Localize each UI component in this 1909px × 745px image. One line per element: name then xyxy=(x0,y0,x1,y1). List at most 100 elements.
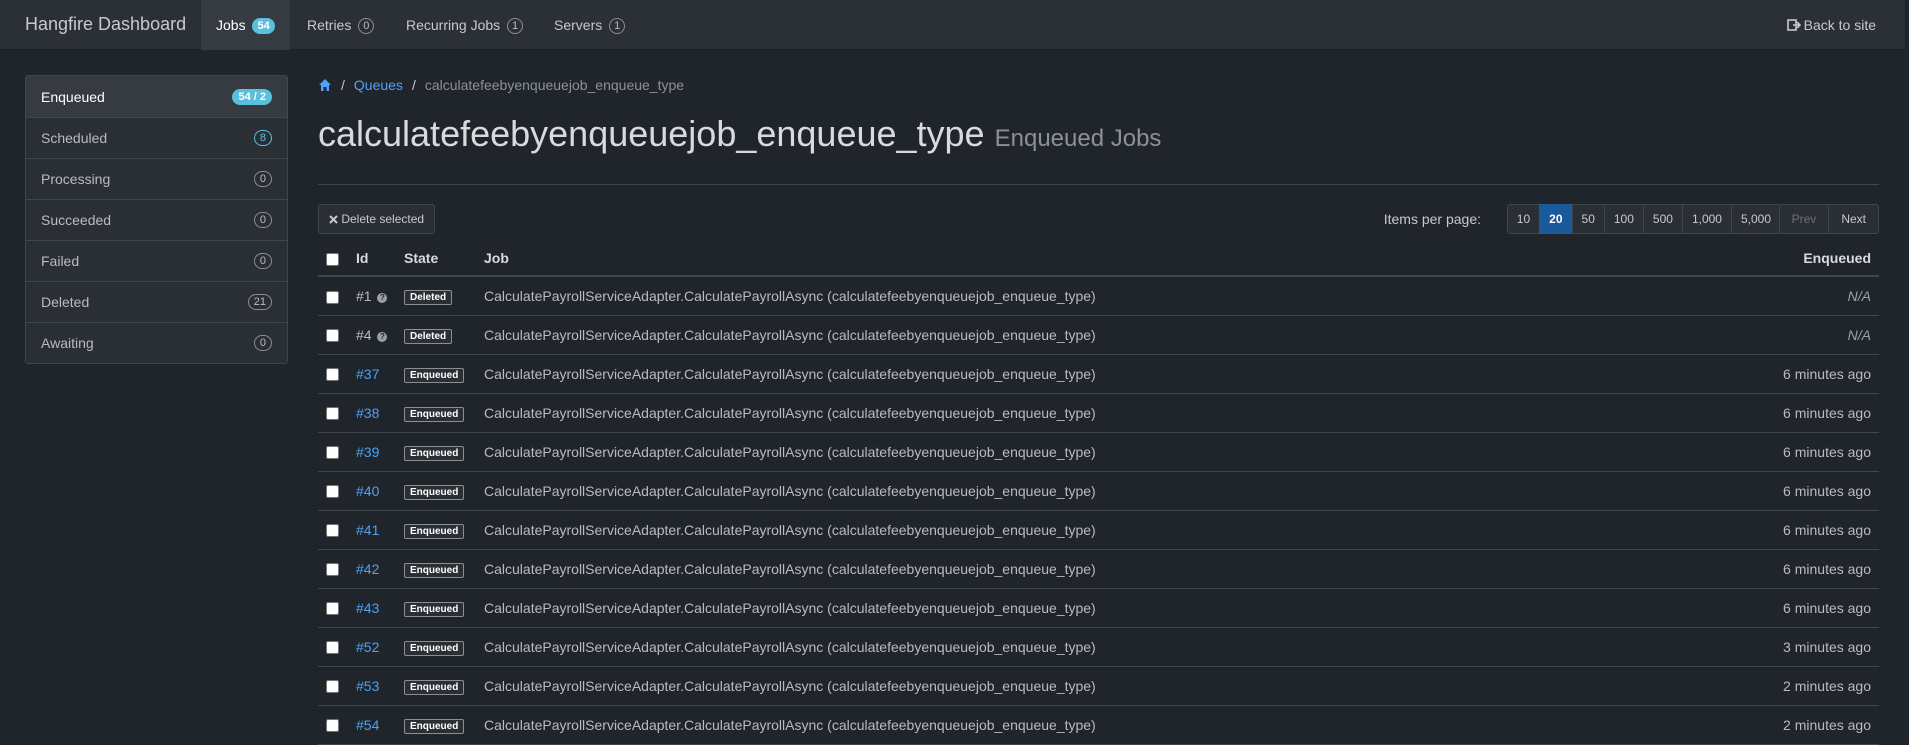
job-id[interactable]: #43 xyxy=(356,600,379,616)
question-circle-icon[interactable]: ? xyxy=(377,292,388,303)
job-id[interactable]: #53 xyxy=(356,678,379,694)
job-name-cell[interactable]: CalculatePayrollServiceAdapter.Calculate… xyxy=(476,588,1680,628)
row-checkbox[interactable] xyxy=(326,485,339,499)
job-name-cell[interactable]: CalculatePayrollServiceAdapter.Calculate… xyxy=(476,471,1680,511)
home-icon[interactable] xyxy=(318,78,332,92)
question-circle-icon[interactable]: ? xyxy=(377,331,388,342)
page-size-50[interactable]: 50 xyxy=(1571,204,1605,234)
prev-button[interactable]: Prev xyxy=(1778,204,1830,234)
page-size-20[interactable]: 20 xyxy=(1539,204,1573,234)
job-id: #1 xyxy=(356,287,372,304)
column-header-id[interactable]: Id xyxy=(348,241,396,277)
table-row: #40 Enqueued CalculatePayrollServiceAdapte… xyxy=(318,471,1879,511)
items-per-page-label: Items per page: xyxy=(1383,211,1481,227)
row-select-cell xyxy=(318,393,348,433)
row-checkbox[interactable] xyxy=(326,446,339,460)
nav-servers-label: Servers xyxy=(554,17,603,33)
nav-retries[interactable]: Retries 0 xyxy=(292,0,389,50)
sidebar-item-processing[interactable]: Processing 0 xyxy=(26,158,287,199)
breadcrumb-queues-link[interactable]: Queues xyxy=(354,77,403,93)
row-checkbox[interactable] xyxy=(326,290,339,304)
breadcrumb-current: calculatefeebyenqueuejob_enqueue_type xyxy=(424,77,685,93)
job-id[interactable]: #41 xyxy=(356,522,379,538)
job-state-cell: Enqueued xyxy=(396,627,476,667)
job-name-cell[interactable]: CalculatePayrollServiceAdapter.Calculate… xyxy=(476,432,1680,472)
table-row: #38 Enqueued CalculatePayrollServiceAdapte… xyxy=(318,393,1879,433)
job-id[interactable]: #40 xyxy=(356,483,379,499)
job-name-cell[interactable]: CalculatePayrollServiceAdapter.Calculate… xyxy=(476,627,1680,667)
job-id[interactable]: #37 xyxy=(356,366,379,382)
state-badge: Deleted xyxy=(404,289,453,305)
job-enqueued-cell: 6 minutes ago xyxy=(1679,549,1879,589)
page-size-5000[interactable]: 5,000 xyxy=(1730,204,1781,234)
table-row: #37 Enqueued CalculatePayrollServiceAdapte… xyxy=(318,354,1879,394)
sidebar-item-label: Enqueued xyxy=(41,88,105,105)
nav-retries-badge: 0 xyxy=(358,18,375,34)
nav-servers[interactable]: Servers 1 xyxy=(539,0,640,50)
column-header-enqueued[interactable]: Enqueued xyxy=(1679,241,1879,277)
job-enqueued-cell: 6 minutes ago xyxy=(1679,471,1879,511)
job-id[interactable]: #52 xyxy=(356,639,379,655)
sidebar-item-awaiting[interactable]: Awaiting 0 xyxy=(26,322,287,363)
job-id[interactable]: #38 xyxy=(356,405,379,421)
row-checkbox[interactable] xyxy=(326,524,339,538)
row-checkbox[interactable] xyxy=(326,719,339,733)
breadcrumb: / Queues / calculatefeebyenqueuejob_enqu… xyxy=(318,70,1879,100)
column-header-job[interactable]: Job xyxy=(476,241,1680,277)
job-id-cell: #4 ? xyxy=(348,315,396,355)
job-state-cell: Enqueued xyxy=(396,432,476,472)
sidebar-item-count: 8 xyxy=(253,130,272,146)
table-row: #43 Enqueued CalculatePayrollServiceAdapte… xyxy=(318,588,1879,628)
job-state-cell: Enqueued xyxy=(396,705,476,745)
job-name-cell[interactable]: CalculatePayrollServiceAdapter.Calculate… xyxy=(476,549,1680,589)
page-size-500[interactable]: 500 xyxy=(1642,204,1683,234)
nav-jobs[interactable]: Jobs 54 xyxy=(201,0,290,50)
brand[interactable]: Hangfire Dashboard xyxy=(25,14,186,35)
pager: Prev Next xyxy=(1778,204,1879,234)
back-to-site-link[interactable]: Back to site xyxy=(1786,0,1876,50)
job-id[interactable]: #54 xyxy=(356,717,379,733)
next-button[interactable]: Next xyxy=(1828,204,1879,234)
page-size-1000[interactable]: 1,000 xyxy=(1681,204,1732,234)
sidebar-item-failed[interactable]: Failed 0 xyxy=(26,240,287,281)
job-enqueued-cell: 6 minutes ago xyxy=(1679,354,1879,394)
job-id[interactable]: #39 xyxy=(356,444,379,460)
sidebar-item-enqueued[interactable]: Enqueued 54 / 2 xyxy=(26,76,287,117)
state-badge: Enqueued xyxy=(404,679,465,695)
sidebar-item-scheduled[interactable]: Scheduled 8 xyxy=(26,117,287,158)
delete-selected-button[interactable]: Delete selected xyxy=(318,204,436,234)
page-size-10[interactable]: 10 xyxy=(1506,204,1541,234)
row-select-cell xyxy=(318,549,348,589)
job-name-cell[interactable]: CalculatePayrollServiceAdapter.Calculate… xyxy=(476,354,1680,394)
job-name-cell[interactable]: CalculatePayrollServiceAdapter.Calculate… xyxy=(476,276,1680,316)
table-row: #52 Enqueued CalculatePayrollServiceAdapte… xyxy=(318,627,1879,667)
job-name-cell[interactable]: CalculatePayrollServiceAdapter.Calculate… xyxy=(476,666,1680,706)
row-checkbox[interactable] xyxy=(326,602,339,616)
job-id[interactable]: #42 xyxy=(356,561,379,577)
row-checkbox[interactable] xyxy=(326,563,339,577)
row-select-cell xyxy=(318,471,348,511)
job-name-cell[interactable]: CalculatePayrollServiceAdapter.Calculate… xyxy=(476,393,1680,433)
job-state-cell: Enqueued xyxy=(396,588,476,628)
row-select-cell xyxy=(318,705,348,745)
sidebar-item-succeeded[interactable]: Succeeded 0 xyxy=(26,199,287,240)
job-name-cell[interactable]: CalculatePayrollServiceAdapter.Calculate… xyxy=(476,705,1680,745)
page-size-100[interactable]: 100 xyxy=(1603,204,1644,234)
row-checkbox[interactable] xyxy=(326,407,339,421)
row-checkbox[interactable] xyxy=(326,329,339,343)
table-row: #54 Enqueued CalculatePayrollServiceAdapte… xyxy=(318,705,1879,745)
select-all-checkbox[interactable] xyxy=(326,252,339,266)
column-header-state[interactable]: State xyxy=(396,241,476,277)
row-checkbox[interactable] xyxy=(326,680,339,694)
table-row: #39 Enqueued CalculatePayrollServiceAdapte… xyxy=(318,432,1879,472)
nav-recurring-jobs[interactable]: Recurring Jobs 1 xyxy=(391,0,538,50)
job-name-cell[interactable]: CalculatePayrollServiceAdapter.Calculate… xyxy=(476,510,1680,550)
job-name-cell[interactable]: CalculatePayrollServiceAdapter.Calculate… xyxy=(476,315,1680,355)
row-checkbox[interactable] xyxy=(326,641,339,655)
row-checkbox[interactable] xyxy=(326,368,339,382)
job-enqueued-cell: N/A xyxy=(1679,276,1879,316)
state-badge: Enqueued xyxy=(404,718,465,734)
state-badge: Deleted xyxy=(404,328,453,344)
job-enqueued-cell: 2 minutes ago xyxy=(1679,705,1879,745)
sidebar-item-deleted[interactable]: Deleted 21 xyxy=(26,281,287,322)
